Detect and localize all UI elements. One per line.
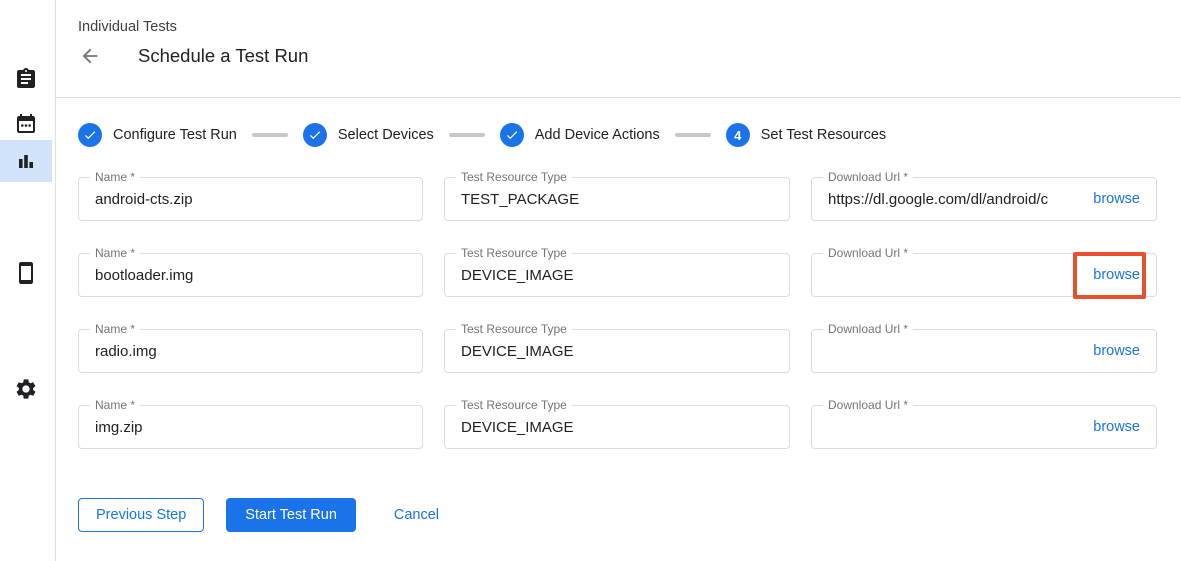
stepper-connector	[675, 133, 711, 137]
step-set-test-resources[interactable]: 4 Set Test Resources	[726, 123, 886, 147]
back-arrow-icon	[79, 45, 101, 67]
resource-type-label: Test Resource Type	[456, 322, 572, 337]
step-configure-test-run[interactable]: Configure Test Run	[78, 123, 237, 147]
check-icon	[83, 128, 97, 142]
step-label: Configure Test Run	[113, 127, 237, 143]
name-field-value: bootloader.img	[95, 267, 406, 284]
download-url-label: Download Url *	[823, 398, 913, 413]
calendar-icon	[14, 112, 38, 136]
browse-link[interactable]: browse	[1093, 419, 1140, 435]
step-complete-badge	[303, 123, 327, 147]
sidebar-item-test-plans[interactable]	[0, 103, 52, 145]
sidebar-item-tests[interactable]	[0, 58, 52, 100]
download-url-value: https://dl.google.com/dl/android/c	[828, 191, 1083, 208]
name-field-label: Name *	[90, 170, 140, 185]
resource-type-value: TEST_PACKAGE	[461, 191, 773, 208]
name-field-value: radio.img	[95, 343, 406, 360]
cancel-button[interactable]: Cancel	[378, 498, 455, 532]
step-label: Set Test Resources	[761, 127, 886, 143]
name-field-label: Name *	[90, 322, 140, 337]
step-select-devices[interactable]: Select Devices	[303, 123, 434, 147]
resource-type-value: DEVICE_IMAGE	[461, 267, 773, 284]
gear-icon	[14, 377, 38, 401]
page-title: Schedule a Test Run	[138, 45, 308, 67]
browse-link[interactable]: browse	[1093, 267, 1140, 283]
sidebar-item-settings[interactable]	[0, 368, 52, 410]
name-field[interactable]: Name * img.zip	[78, 405, 423, 449]
resource-type-label: Test Resource Type	[456, 246, 572, 261]
start-test-run-button[interactable]: Start Test Run	[226, 498, 356, 532]
step-number: 4	[734, 128, 741, 143]
browse-link[interactable]: browse	[1093, 343, 1140, 359]
name-field[interactable]: Name * bootloader.img	[78, 253, 423, 297]
download-url-label: Download Url *	[823, 246, 913, 261]
resource-type-field[interactable]: Test Resource Type TEST_PACKAGE	[444, 177, 790, 221]
resource-type-field[interactable]: Test Resource Type DEVICE_IMAGE	[444, 405, 790, 449]
bar-chart-icon	[14, 149, 38, 173]
name-field-label: Name *	[90, 398, 140, 413]
name-field[interactable]: Name * radio.img	[78, 329, 423, 373]
resource-type-label: Test Resource Type	[456, 398, 572, 413]
download-url-field[interactable]: Download Url * browse	[811, 405, 1157, 449]
name-field[interactable]: Name * android-cts.zip	[78, 177, 423, 221]
check-icon	[505, 128, 519, 142]
header-divider	[56, 97, 1181, 98]
step-label: Select Devices	[338, 127, 434, 143]
download-url-field[interactable]: Download Url * browse	[811, 329, 1157, 373]
resource-type-field[interactable]: Test Resource Type DEVICE_IMAGE	[444, 253, 790, 297]
step-complete-badge	[78, 123, 102, 147]
previous-step-button[interactable]: Previous Step	[78, 498, 204, 532]
step-complete-badge	[500, 123, 524, 147]
resource-type-value: DEVICE_IMAGE	[461, 343, 773, 360]
name-field-value: android-cts.zip	[95, 191, 406, 208]
breadcrumb: Individual Tests	[78, 19, 177, 35]
stepper: Configure Test Run Select Devices Add De…	[78, 123, 886, 147]
check-icon	[308, 128, 322, 142]
sidebar-item-test-runs[interactable]	[0, 140, 52, 182]
step-active-badge: 4	[726, 123, 750, 147]
sidebar-item-devices[interactable]	[0, 252, 52, 294]
phone-icon	[14, 261, 38, 285]
sidebar-divider	[55, 0, 56, 561]
stepper-connector	[449, 133, 485, 137]
download-url-label: Download Url *	[823, 322, 913, 337]
action-bar: Previous Step Start Test Run Cancel	[78, 498, 455, 532]
resource-type-label: Test Resource Type	[456, 170, 572, 185]
step-label: Add Device Actions	[535, 127, 660, 143]
name-field-value: img.zip	[95, 419, 406, 436]
name-field-label: Name *	[90, 246, 140, 261]
download-url-field[interactable]: Download Url * https://dl.google.com/dl/…	[811, 177, 1157, 221]
clipboard-icon	[14, 67, 38, 91]
stepper-connector	[252, 133, 288, 137]
download-url-field[interactable]: Download Url * browse	[811, 253, 1157, 297]
step-add-device-actions[interactable]: Add Device Actions	[500, 123, 660, 147]
sidebar	[0, 0, 52, 561]
download-url-label: Download Url *	[823, 170, 913, 185]
resource-type-value: DEVICE_IMAGE	[461, 419, 773, 436]
test-resources-form: Name * android-cts.zip Test Resource Typ…	[78, 177, 1157, 449]
browse-link[interactable]: browse	[1093, 191, 1140, 207]
resource-type-field[interactable]: Test Resource Type DEVICE_IMAGE	[444, 329, 790, 373]
back-button[interactable]	[76, 42, 104, 70]
